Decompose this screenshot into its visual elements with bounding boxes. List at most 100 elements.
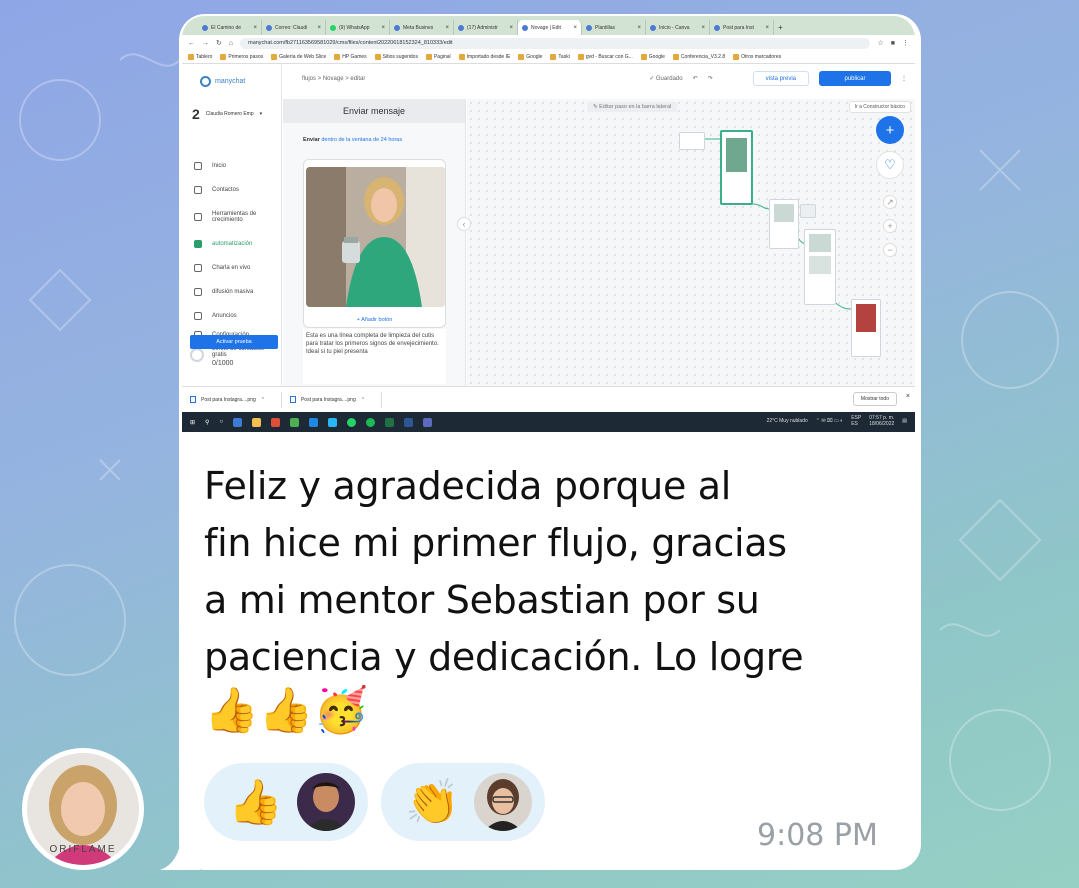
weather-widget[interactable]: 22°C Muy nublado (767, 418, 808, 424)
attached-screenshot[interactable]: El Camino de × Correo: Claudi × (9) WhatsA… (182, 16, 915, 432)
bookmark-item[interactable]: Primeros pasos (220, 54, 263, 60)
message-card[interactable]: + Añadir botón (303, 159, 446, 328)
bookmark-item[interactable]: Taski (550, 54, 570, 60)
flow-node[interactable] (800, 204, 816, 218)
browser-tab[interactable]: El Camino de × (198, 20, 262, 35)
sidebar-item-anuncios[interactable]: Anuncios (194, 304, 280, 328)
url-field[interactable]: manychat.com/fb271163569581029/cms/files… (240, 37, 871, 49)
close-icon[interactable]: × (701, 25, 705, 31)
browser-tab[interactable]: Post para Inst × (710, 20, 774, 35)
clock[interactable]: 07:57 p. m. 18/06/2022 (869, 415, 894, 427)
more-icon[interactable]: ⋮ (901, 75, 907, 82)
bookmark-icon (672, 54, 679, 60)
flow-node[interactable] (804, 229, 836, 305)
taskbar-app-icon[interactable] (252, 417, 262, 427)
activate-trial-button[interactable]: Activar prueba (190, 335, 278, 349)
sidebar-item-charla[interactable]: Charla en vivo (194, 256, 280, 280)
sidebar-item-contactos[interactable]: Contactos (194, 178, 280, 202)
close-icon[interactable]: × (765, 25, 769, 31)
close-icon[interactable]: × (906, 393, 910, 400)
close-icon[interactable]: × (509, 25, 513, 31)
browser-tab[interactable]: Inicio - Canva × (646, 20, 710, 35)
bookmark-icon (425, 54, 432, 60)
bookmark-item[interactable]: Google (518, 54, 542, 60)
excel-icon[interactable] (385, 417, 395, 427)
brand-logo[interactable]: manychat (200, 76, 245, 87)
whatsapp-icon[interactable] (347, 417, 357, 427)
show-all-downloads-button[interactable]: Mostrar todo (852, 392, 897, 406)
browser-tab[interactable]: (9) WhatsApp × (326, 20, 390, 35)
bookmark-folder-other[interactable]: Otros marcadores (733, 54, 781, 60)
bookmark-item[interactable]: Tablero (188, 54, 212, 60)
close-icon[interactable]: × (573, 25, 577, 31)
close-icon[interactable]: × (445, 25, 449, 31)
add-button[interactable]: + Añadir botón (304, 317, 445, 323)
taskbar-app-icon[interactable] (328, 417, 338, 427)
taskbar-app-icon[interactable] (271, 417, 281, 427)
word-icon[interactable] (404, 417, 414, 427)
bookmark-item[interactable]: Conferencia_V3.2.8 (672, 54, 725, 60)
forward-icon[interactable]: → (202, 40, 209, 47)
download-item[interactable]: Post para Instagra....png ⌃ (190, 391, 282, 408)
search-icon[interactable]: ⚲ (205, 419, 209, 426)
redo-icon[interactable]: ↷ (708, 75, 713, 82)
sidebar-item-herramientas[interactable]: Herramientas de crecimiento (194, 202, 280, 232)
sidebar-item-inicio[interactable]: Inicio (194, 154, 280, 178)
send-window-setting[interactable]: Enviar dentro de la ventana de 24 horas (303, 137, 465, 143)
bookmark-item[interactable]: gvd - Buscar con G... (577, 54, 633, 60)
bookmark-item[interactable]: Importado desde IE (458, 54, 510, 60)
flow-node[interactable] (851, 299, 881, 357)
tray-icons[interactable]: ⌃ ✉ ⌧ ▭ ◐ (816, 418, 843, 424)
bookmark-item[interactable]: Galería de Web Slice (271, 54, 326, 60)
windows-start-icon[interactable]: ⊞ (190, 419, 195, 426)
browser-tab[interactable]: Meta Busines × (390, 20, 454, 35)
menu-dots-icon[interactable]: ⋮ (902, 39, 909, 47)
bookmark-item[interactable]: HP Games (334, 54, 367, 60)
taskbar-app-icon[interactable] (423, 417, 433, 427)
language-indicator[interactable]: ESP ES (851, 415, 861, 427)
account-switcher[interactable]: 2 Claudia Romero Emp ▾ (192, 106, 262, 122)
close-icon[interactable]: × (637, 25, 641, 31)
bookmark-star-icon[interactable]: ☆ (877, 39, 883, 47)
chevron-up-icon[interactable]: ⌃ (261, 397, 265, 403)
taskbar-app-icon[interactable] (290, 417, 300, 427)
spotify-icon[interactable] (366, 417, 376, 427)
message-text-block[interactable]: Esta es una línea completa de limpieza d… (303, 329, 446, 384)
sidebar-item-automatizacion[interactable]: automatización (194, 232, 280, 256)
taskbar-app-icon[interactable] (233, 417, 243, 427)
home-icon[interactable]: ⌂ (229, 40, 233, 47)
browser-tab[interactable]: Correo: Claudi × (262, 20, 326, 35)
flow-node-send-message[interactable] (720, 130, 753, 205)
taskbar-app-icon[interactable] (309, 417, 319, 427)
back-icon[interactable]: ← (188, 40, 195, 47)
flow-canvas[interactable]: ✎ Editar paso en la barra lateral Ir a C… (457, 99, 915, 386)
close-icon[interactable]: × (381, 25, 385, 31)
bookmark-item[interactable]: Paginal (425, 54, 451, 60)
sidebar-item-difusion[interactable]: difusión masiva (194, 280, 280, 304)
reload-icon[interactable]: ↻ (216, 39, 222, 47)
close-icon[interactable]: × (253, 25, 257, 31)
browser-tab[interactable]: Plantillas × (582, 20, 646, 35)
message-image[interactable] (306, 167, 445, 307)
sender-avatar[interactable]: ORIFLAME (22, 748, 144, 870)
windows-taskbar: ⊞ ⚲ ○ 22°C Muy nublado ⌃ ✉ ⌧ ▭ ◐ ESP ES 0… (182, 412, 915, 432)
breadcrumb[interactable]: flujos > Novage > editar (302, 76, 365, 82)
download-item[interactable]: Post para Instagra....png ⌃ (289, 391, 382, 408)
chevron-up-icon[interactable]: ⌃ (361, 397, 365, 403)
reaction-thumbs-up[interactable]: 👍 (204, 763, 368, 841)
task-view-icon[interactable]: ○ (219, 419, 223, 425)
bookmark-item[interactable]: Sitios sugeridos (374, 54, 418, 60)
close-icon[interactable]: × (317, 25, 321, 31)
undo-icon[interactable]: ↶ (693, 75, 698, 82)
flow-node[interactable] (769, 199, 799, 249)
flow-node-start[interactable] (679, 132, 705, 150)
browser-tab[interactable]: (17) Administr × (454, 20, 518, 35)
reaction-clapping[interactable]: 👏 (381, 763, 545, 841)
extensions-icon[interactable]: ■ (891, 40, 895, 47)
notifications-icon[interactable]: ▤ (902, 418, 907, 424)
bookmark-item[interactable]: Google (640, 54, 665, 60)
publish-button[interactable]: publicar (819, 71, 891, 86)
browser-tab-active[interactable]: Novage | Edit × (518, 20, 582, 35)
new-tab-button[interactable]: + (774, 20, 792, 35)
preview-button[interactable]: vista previa (752, 71, 809, 86)
